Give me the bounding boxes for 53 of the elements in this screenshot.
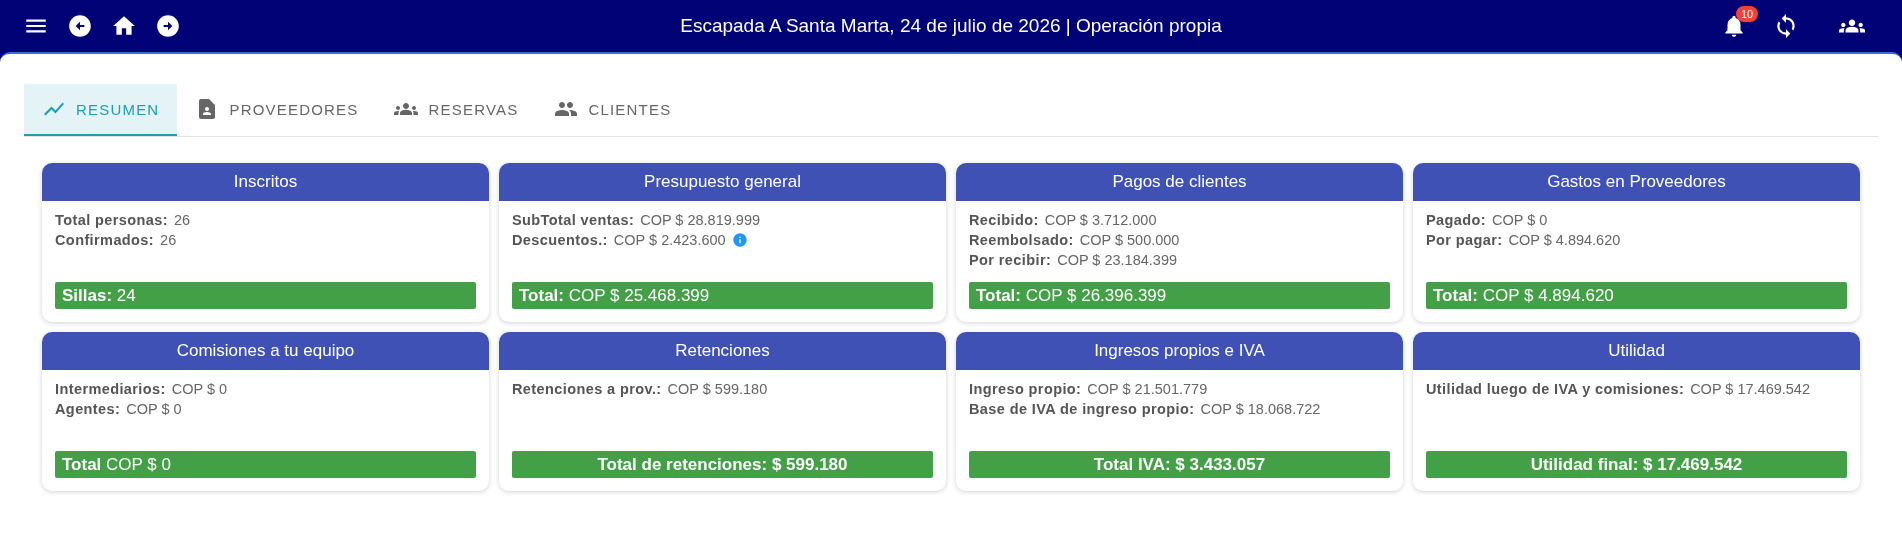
total-bar: Total IVA: $ 3.433.057 [969, 451, 1390, 478]
field-value: COP $ 23.184.399 [1057, 252, 1178, 268]
field-label: Intermediarios: [55, 381, 166, 397]
field-value: COP $ 0 [171, 381, 228, 397]
field-label: Pagado: [1426, 212, 1486, 228]
tab[interactable]: PROVEEDORES [177, 84, 377, 136]
field-value: COP $ 599.180 [667, 381, 768, 397]
total-bar: Total: COP $ 4.894.620 [1426, 282, 1847, 309]
tab[interactable]: RESERVAS [376, 84, 537, 136]
total-bar: Utilidad final: $ 17.469.542 [1426, 451, 1847, 478]
field-value: COP $ 28.819.999 [640, 212, 760, 228]
field-label: Por pagar: [1426, 232, 1503, 248]
info-icon[interactable] [731, 232, 748, 248]
card-title: Gastos en Proveedores [1413, 163, 1860, 201]
total-bar: Total de retenciones: $ 599.180 [512, 451, 933, 478]
field-label: Agentes: [55, 401, 121, 417]
window-title: Escapada A Santa Marta, 24 de julio de 2026 | Operación propia [679, 15, 1223, 37]
field-label: Utilidad luego de IVA y comisiones: [1426, 381, 1685, 397]
total-bar: Total: COP $ 25.468.399 [512, 282, 933, 309]
card-title: Inscritos [42, 163, 489, 201]
notifications-button[interactable]: 10 [1712, 6, 1756, 46]
tab[interactable]: CLIENTES [536, 84, 690, 136]
total-bar: Total: COP $ 26.396.399 [969, 282, 1390, 309]
field-label: SubTotal ventas: [512, 212, 635, 228]
field-label: Retenciones a prov.: [512, 381, 662, 397]
field-value: 26 [160, 232, 177, 248]
card-title: Ingresos propios e IVA [956, 332, 1403, 370]
field-value: COP $ 2.423.600 [613, 232, 726, 248]
field-value: COP $ 17.469.542 [1690, 381, 1810, 397]
total-bar: Total COP $ 0 [55, 451, 476, 478]
field-value: COP $ 0 [126, 401, 182, 417]
field-label: Descuentos.: [512, 232, 608, 248]
field-value: COP $ 500.000 [1079, 232, 1180, 248]
field-label: Reembolsado: [969, 232, 1074, 248]
notification-count: 10 [1736, 6, 1759, 22]
card-title: Presupuesto general [499, 163, 946, 201]
field-label: Confirmados: [55, 232, 155, 248]
field-value: 26 [173, 212, 191, 228]
card-title: Utilidad [1413, 332, 1860, 370]
field-value: COP $ 21.501.779 [1087, 381, 1208, 397]
field-label: Recibido: [969, 212, 1039, 228]
total-bar: Sillas: 24 [55, 282, 476, 309]
field-label: Por recibir: [969, 252, 1052, 268]
field-label: Total personas: [55, 212, 168, 228]
field-value: COP $ 4.894.620 [1508, 232, 1621, 248]
card-title: Pagos de clientes [956, 163, 1403, 201]
field-label: Ingreso propio: [969, 381, 1082, 397]
field-value: COP $ 18.068.722 [1200, 401, 1321, 417]
field-value: COP $ 3.712.000 [1044, 212, 1157, 228]
field-value: COP $ 0 [1492, 212, 1548, 228]
card-title: Comisiones a tu equipo [42, 332, 489, 370]
card-title: Retenciones [499, 332, 946, 370]
field-label: Base de IVA de ingreso propio: [969, 401, 1195, 417]
